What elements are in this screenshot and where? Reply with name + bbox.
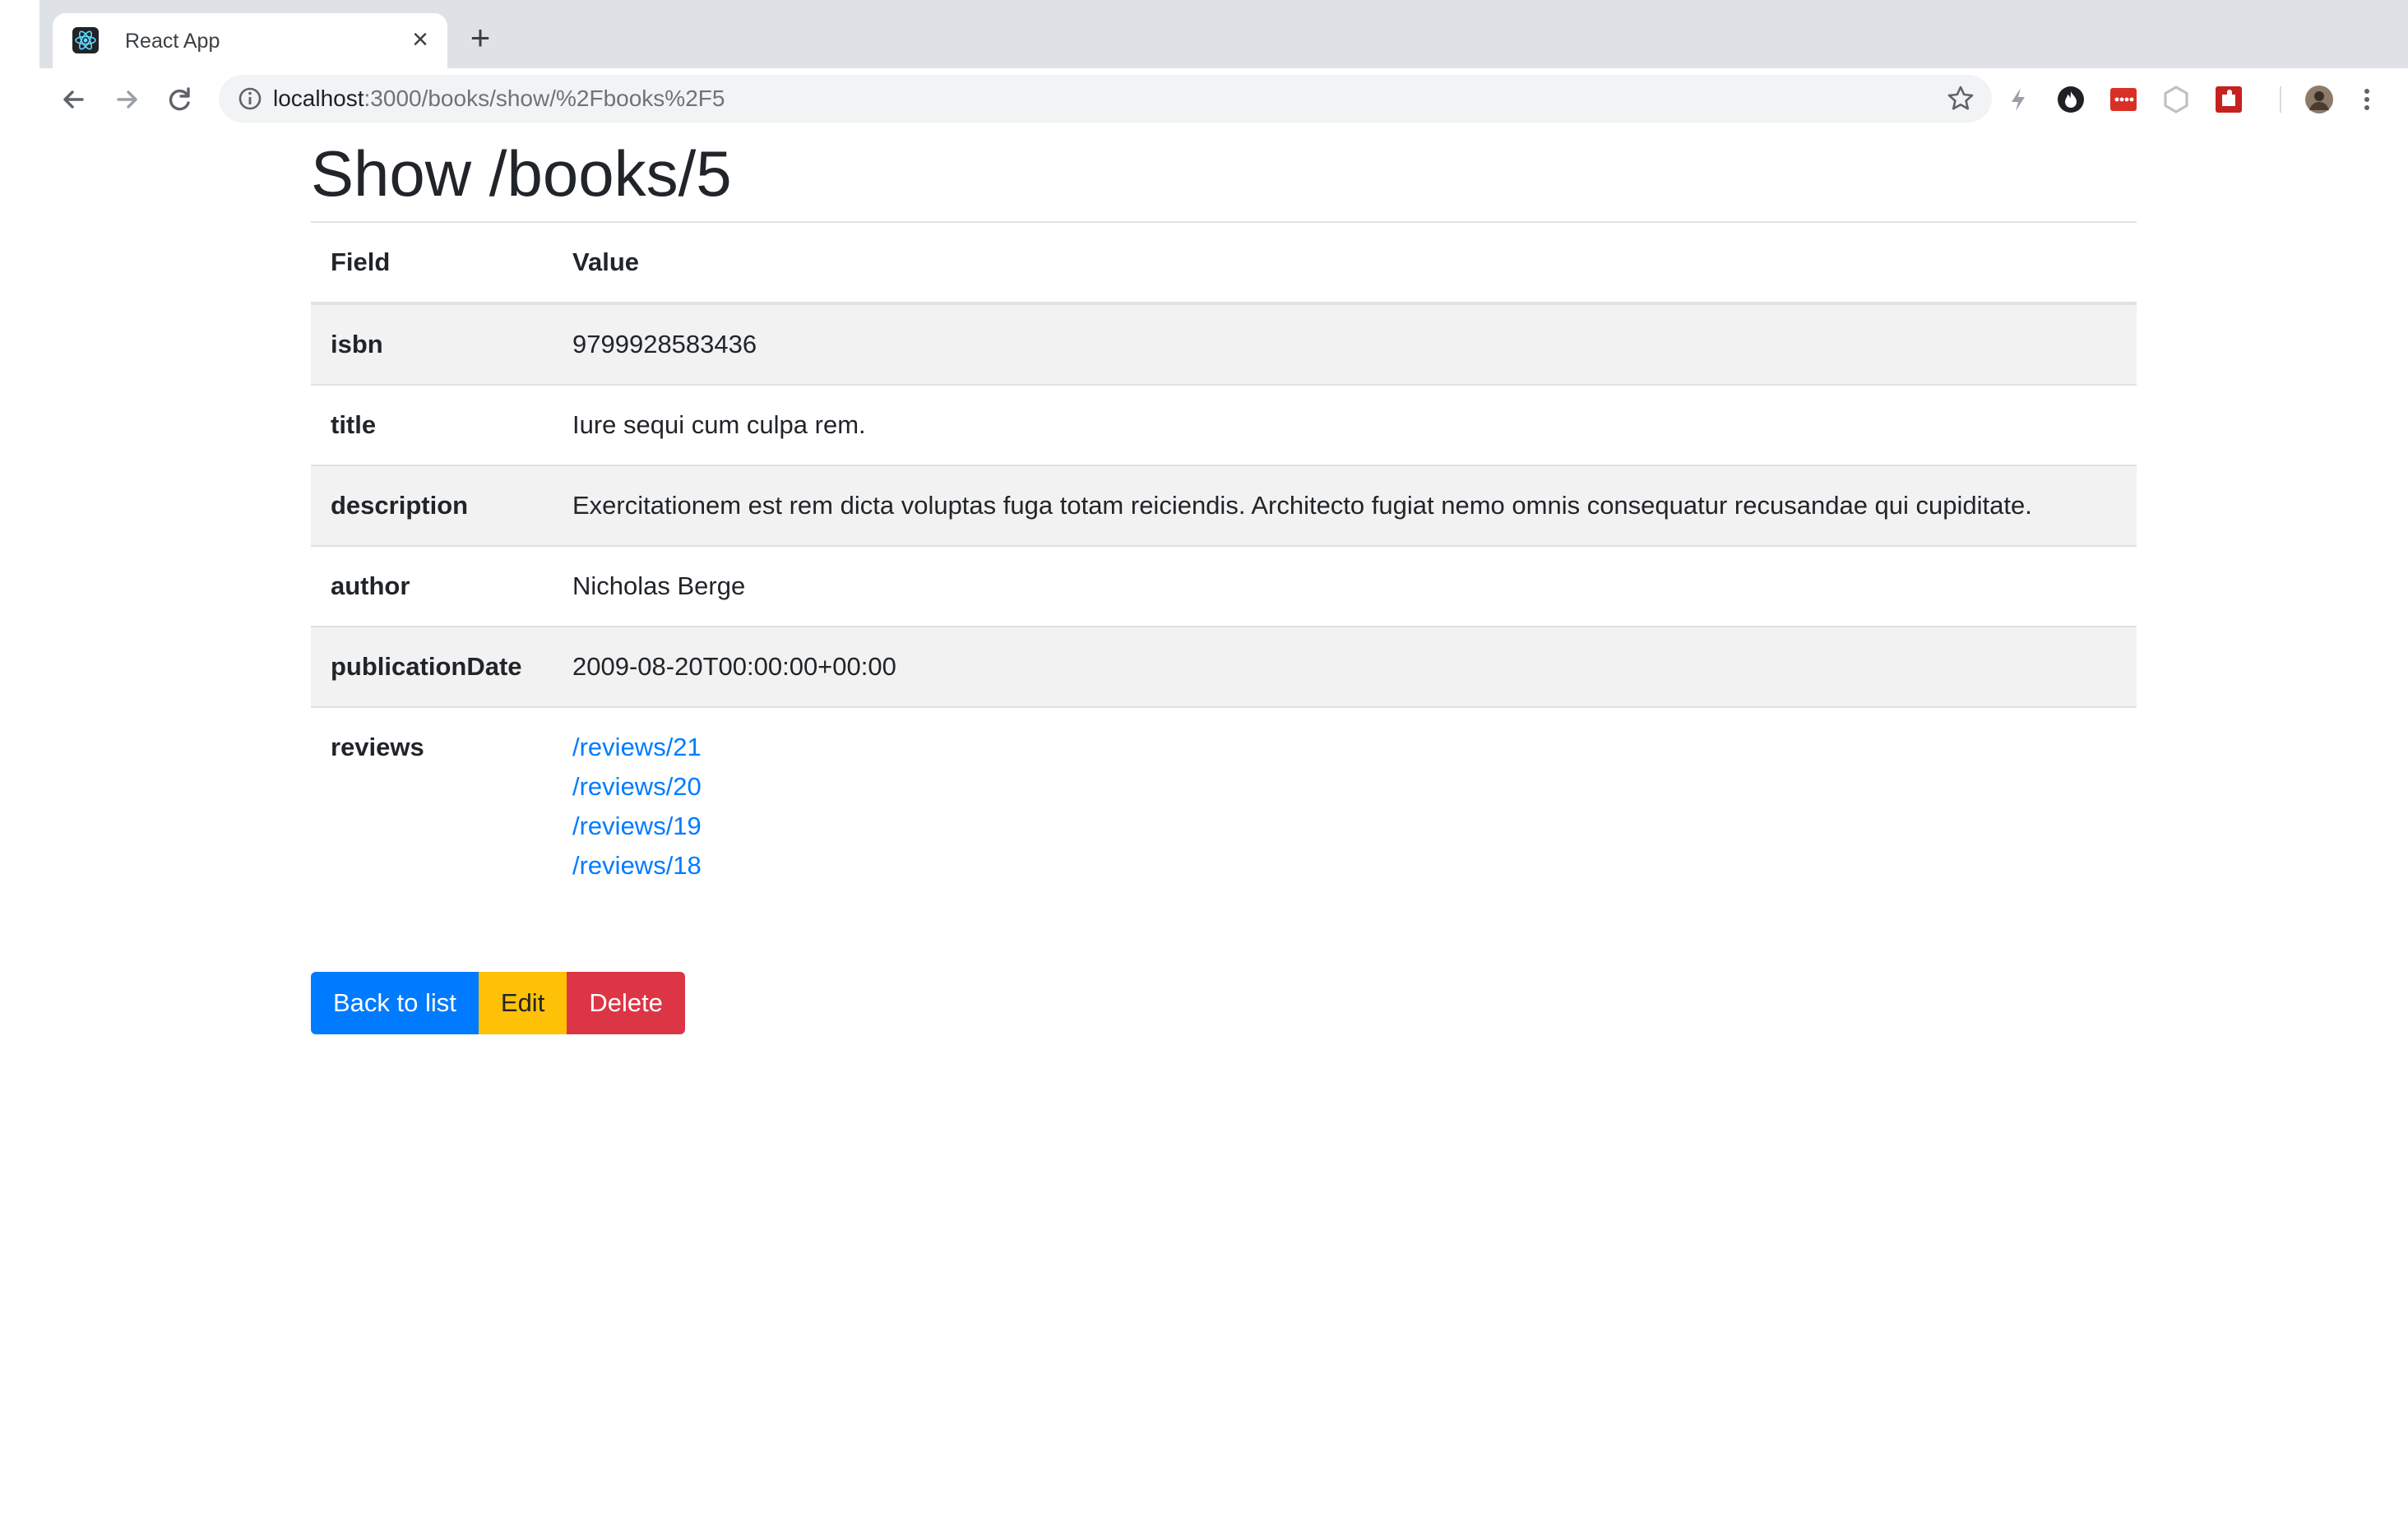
react-logo-icon (72, 27, 99, 53)
tab-strip: React App × + (39, 0, 2408, 68)
reviews-list: /reviews/21 /reviews/20 /reviews/19 /rev… (553, 707, 2137, 905)
field-value: 2009-08-20T00:00:00+00:00 (572, 652, 896, 681)
address-bar[interactable]: localhost:3000/books/show/%2Fbooks%2F5 (219, 75, 1992, 123)
field-label: publicationDate (331, 652, 522, 681)
field-label: description (331, 491, 469, 520)
back-to-list-button[interactable]: Back to list (311, 972, 479, 1034)
reload-icon[interactable] (161, 81, 197, 118)
table-row: isbn 9799928583436 (311, 303, 2137, 385)
review-link[interactable]: /reviews/20 (572, 767, 2117, 807)
table-row: title Iure sequi cum culpa rem. (311, 385, 2137, 465)
field-label: isbn (331, 330, 383, 358)
profile-avatar[interactable] (2304, 85, 2334, 114)
table-row: publicationDate 2009-08-20T00:00:00+00:0… (311, 627, 2137, 707)
table-row-reviews: reviews /reviews/21 /reviews/20 /reviews… (311, 707, 2137, 905)
table-row: author Nicholas Berge (311, 546, 2137, 627)
hexagon-extension-icon[interactable] (2161, 85, 2191, 114)
site-info-icon[interactable] (237, 86, 263, 112)
details-table: Field Value isbn 9799928583436 title Iur… (311, 221, 2137, 905)
review-link[interactable]: /reviews/19 (572, 807, 2117, 846)
table-row: description Exercitationem est rem dicta… (311, 465, 2137, 546)
forward-arrow-icon[interactable] (109, 81, 145, 118)
toolbar-divider (2280, 86, 2281, 113)
url-text: localhost:3000/books/show/%2Fbooks%2F5 (273, 85, 725, 113)
puzzle-extension-icon[interactable] (2214, 85, 2244, 114)
password-extension-icon[interactable] (2109, 85, 2138, 114)
field-value: Exercitationem est rem dicta voluptas fu… (572, 491, 2032, 520)
url-host: localhost (273, 86, 364, 111)
field-value: Iure sequi cum culpa rem. (572, 410, 866, 439)
browser-toolbar: localhost:3000/books/show/%2Fbooks%2F5 (39, 68, 2408, 131)
back-arrow-icon[interactable] (56, 81, 92, 118)
field-label: author (331, 571, 410, 600)
action-buttons: Back to list Edit Delete (311, 972, 685, 1034)
value-column-header: Value (553, 221, 2137, 305)
edit-button[interactable]: Edit (478, 972, 567, 1034)
menu-dots-icon[interactable] (2352, 85, 2382, 114)
field-column-header: Field (311, 221, 553, 305)
lightning-extension-icon[interactable] (2003, 85, 2033, 114)
close-tab-icon[interactable]: × (406, 25, 434, 53)
page-title: Show /books/5 (311, 137, 732, 210)
new-tab-icon[interactable]: + (464, 21, 497, 55)
browser-chrome: React App × + localhost:3000/books/show/… (39, 0, 2408, 131)
review-link[interactable]: /reviews/21 (572, 728, 2117, 767)
table-header-row: Field Value (311, 221, 2137, 305)
field-label: title (331, 410, 377, 439)
page-content: Show /books/5 Field Value isbn 979992858… (311, 131, 2137, 1034)
field-value: Nicholas Berge (572, 571, 746, 600)
tab-title: React App (125, 30, 220, 53)
field-label: reviews (331, 733, 424, 761)
browser-tab[interactable]: React App × (53, 13, 447, 68)
flame-extension-icon[interactable] (2056, 85, 2086, 114)
url-path: :3000/books/show/%2Fbooks%2F5 (364, 86, 725, 111)
delete-button[interactable]: Delete (567, 972, 685, 1034)
bookmark-star-icon[interactable] (1946, 84, 1975, 113)
review-link[interactable]: /reviews/18 (572, 846, 2117, 886)
field-value: 9799928583436 (572, 330, 757, 358)
